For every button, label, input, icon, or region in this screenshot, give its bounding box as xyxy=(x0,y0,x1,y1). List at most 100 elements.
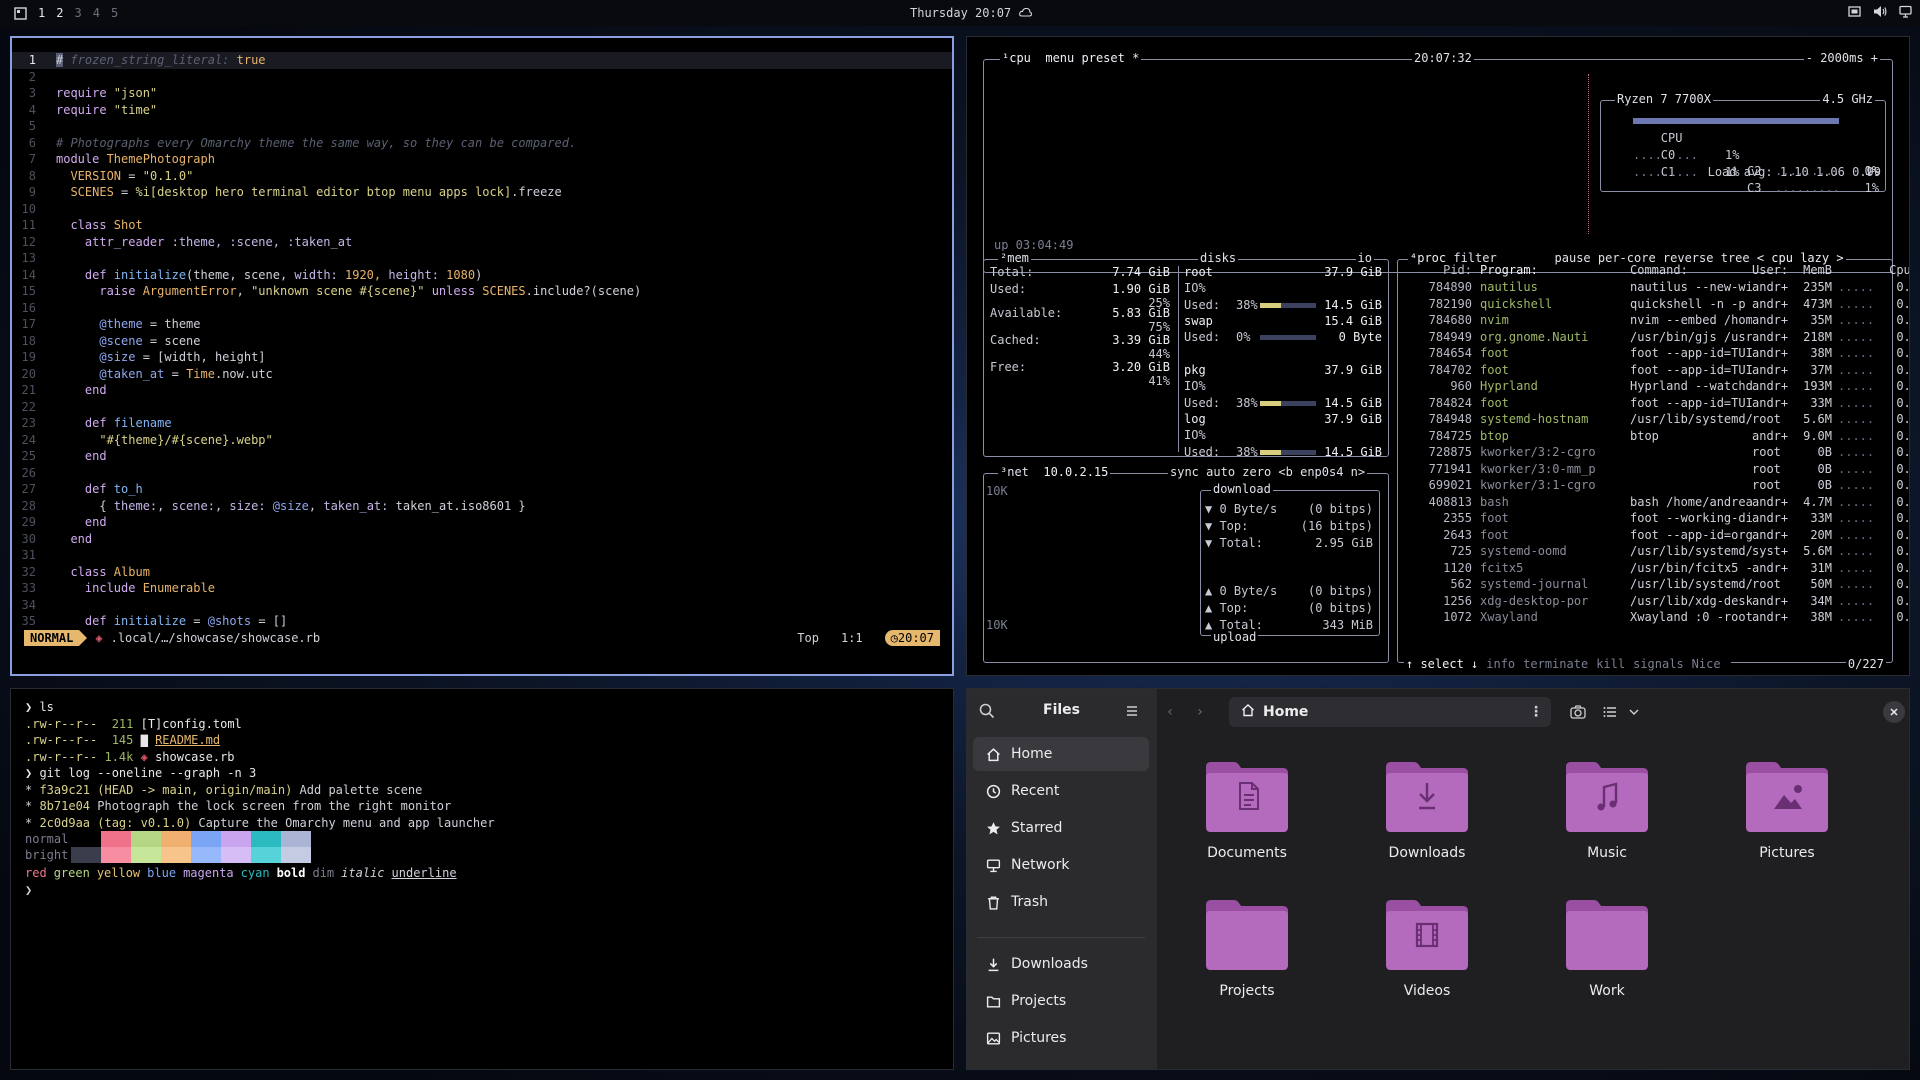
code-line[interactable]: 28 { theme:, scene:, size: @size, taken_… xyxy=(12,498,952,515)
code-line[interactable]: 18 @scene = scene xyxy=(12,333,952,350)
folder-work[interactable]: Work xyxy=(1532,897,1682,1027)
process-row[interactable]: 699021 kworker/3:1-cgro root 0B..... 0.0 xyxy=(1408,477,1909,494)
workspace-3[interactable]: 3 xyxy=(74,6,81,20)
update-interval[interactable]: - 2000ms + xyxy=(1803,51,1880,65)
proc-footer[interactable]: ↑ select ↓ info terminate kill signals Nice xyxy=(1404,657,1731,671)
process-row[interactable]: 784890 nautilus nautilus --new-win andr+ 235… xyxy=(1408,279,1909,296)
code-line[interactable]: 10 xyxy=(12,201,952,218)
process-row[interactable]: 784824 foot foot --app-id=TUI. andr+ 33M....… xyxy=(1408,395,1909,412)
sidebar-item-network[interactable]: Network xyxy=(973,848,1149,882)
io-toggle[interactable]: io xyxy=(1355,251,1374,265)
process-row[interactable]: 728875 kworker/3:2-cgro root 0B..... 0.0 xyxy=(1408,444,1909,461)
folder-videos[interactable]: Videos xyxy=(1352,897,1502,1027)
code-line[interactable]: 14 def initialize(theme, scene, width: 1… xyxy=(12,267,952,284)
net-panel-title[interactable]: ³net 10.0.2.15 xyxy=(998,465,1111,479)
process-row[interactable]: 1120 fcitx5/usr/bin/fcitx5 -- andr+ 31M....… xyxy=(1408,560,1909,577)
process-row[interactable]: 784949 org.gnome.Nauti/usr/bin/gjs /usr/a… xyxy=(1408,329,1909,346)
search-icon[interactable] xyxy=(979,703,995,723)
workspace-2[interactable]: 2 xyxy=(56,6,63,20)
back-button[interactable]: ‹ xyxy=(1157,699,1183,725)
code-line[interactable]: 35 def initialize = @shots = [] xyxy=(12,613,952,630)
proc-footer-action[interactable]: ↑ select ↓ xyxy=(1406,657,1478,671)
sidebar-item-home[interactable]: Home xyxy=(973,737,1149,771)
mem-panel-title[interactable]: ²mem xyxy=(998,251,1031,265)
cpu-header[interactable]: Cpu% xyxy=(1878,262,1909,279)
main-menu-icon[interactable] xyxy=(1125,703,1139,722)
screen-record-icon[interactable] xyxy=(1848,5,1861,21)
cpu-panel-title[interactable]: ¹cpu menu preset * xyxy=(1000,51,1142,65)
process-row[interactable]: 725 systemd-oomd/usr/lib/systemd/s syst+ 5.… xyxy=(1408,543,1909,560)
terminal-window[interactable]: ❯ ls .rw-r--r-- 211 [T]config.toml .rw-r--… xyxy=(10,688,954,1070)
code-line[interactable]: 2 xyxy=(12,69,952,86)
folder-documents[interactable]: Documents xyxy=(1172,759,1322,889)
code-line[interactable]: 16 xyxy=(12,300,952,317)
sidebar-item-downloads[interactable]: Downloads xyxy=(973,947,1149,981)
user-header[interactable]: User: xyxy=(1752,262,1794,279)
workspace-5[interactable]: 5 xyxy=(111,6,118,20)
proc-footer-action[interactable]: terminate xyxy=(1523,657,1588,671)
process-row[interactable]: 784654 foot foot --app-id=TUI. andr+ 38M....… xyxy=(1408,345,1909,362)
code-line[interactable]: 6 # Photographs every Omarchy theme the s… xyxy=(12,135,952,152)
code-line[interactable]: 1 # frozen_string_literal: true xyxy=(12,52,952,69)
process-row[interactable]: 784725 btop btop andr+ 9.0M..... 0.0 xyxy=(1408,428,1909,445)
code-line[interactable]: 15 raise ArgumentError, "unknown scene #… xyxy=(12,283,952,300)
close-window-button[interactable] xyxy=(1881,699,1907,725)
process-row[interactable]: 784948 systemd-hostnam/usr/lib/systemd/s r… xyxy=(1408,411,1909,428)
code-line[interactable]: 31 xyxy=(12,547,952,564)
code-line[interactable]: 11 class Shot xyxy=(12,217,952,234)
folder-pictures[interactable]: Pictures xyxy=(1712,759,1862,889)
sidebar-item-projects[interactable]: Projects xyxy=(973,984,1149,1018)
workspace-4[interactable]: 4 xyxy=(93,6,100,20)
proc-footer-action[interactable]: kill xyxy=(1596,657,1625,671)
code-line[interactable]: 8 VERSION = "0.1.0" xyxy=(12,168,952,185)
process-row[interactable]: 784680 nvim nvim --embed /home andr+ 35M....… xyxy=(1408,312,1909,329)
mem-header[interactable]: MemB xyxy=(1794,262,1832,279)
code-line[interactable]: 20 @taken_at = Time.now.utc xyxy=(12,366,952,383)
workspace-1[interactable]: 1 xyxy=(38,6,45,20)
process-row[interactable]: 408813 bash bash /home/andreas andr+ 4.7M...… xyxy=(1408,494,1909,511)
code-line[interactable]: 7 module ThemePhotograph xyxy=(12,151,952,168)
code-line[interactable]: 27 def to_h xyxy=(12,481,952,498)
code-line[interactable]: 26 xyxy=(12,465,952,482)
code-line[interactable]: 25 end xyxy=(12,448,952,465)
process-row[interactable]: 782190 quickshell quickshell -n -p / andr+ 4… xyxy=(1408,296,1909,313)
list-view-icon[interactable] xyxy=(1597,699,1623,725)
code-line[interactable]: 9 SCENES = %i[desktop hero terminal edit… xyxy=(12,184,952,201)
path-menu-icon[interactable]: ⋮ xyxy=(1529,704,1543,720)
pid-header[interactable]: Pid: xyxy=(1408,262,1472,279)
process-row[interactable]: 1256 xdg-desktop-por/usr/lib/xdg-deskt and… xyxy=(1408,593,1909,610)
proc-footer-action[interactable]: info xyxy=(1486,657,1515,671)
code-line[interactable]: 33 include Enumerable xyxy=(12,580,952,597)
proc-footer-action[interactable]: Nice xyxy=(1692,657,1721,671)
code-line[interactable]: 29 end xyxy=(12,514,952,531)
proc-footer-action[interactable]: signals xyxy=(1633,657,1684,671)
sidebar-item-trash[interactable]: Trash xyxy=(973,885,1149,919)
code-line[interactable]: 34 xyxy=(12,597,952,614)
folder-projects[interactable]: Projects xyxy=(1172,897,1322,1027)
command-header[interactable]: Command: xyxy=(1622,262,1752,279)
sidebar-item-recent[interactable]: Recent xyxy=(973,774,1149,808)
folder-music[interactable]: Music xyxy=(1532,759,1682,889)
folder-downloads[interactable]: Downloads xyxy=(1352,759,1502,889)
launcher-icon[interactable] xyxy=(14,6,27,20)
volume-icon[interactable] xyxy=(1873,5,1887,21)
process-row[interactable]: 960 Hyprland Hyprland --watchdo andr+ 193M..… xyxy=(1408,378,1909,395)
code-line[interactable]: 4 require "time" xyxy=(12,102,952,119)
camera-icon[interactable] xyxy=(1565,699,1591,725)
code-buffer[interactable]: 1 # frozen_string_literal: true 2 3 require … xyxy=(12,52,952,630)
code-line[interactable]: 3 require "json" xyxy=(12,85,952,102)
process-row[interactable]: 562 systemd-journal/usr/lib/systemd/s root… xyxy=(1408,576,1909,593)
view-options-chevron-icon[interactable] xyxy=(1621,699,1647,725)
net-controls[interactable]: sync auto zero <b enp0s4 n> xyxy=(1168,465,1368,479)
code-line[interactable]: 32 class Album xyxy=(12,564,952,581)
sidebar-item-pictures[interactable]: Pictures xyxy=(973,1021,1149,1055)
process-row[interactable]: 2355 foot foot --working-dir andr+ 33M..... 0… xyxy=(1408,510,1909,527)
code-line[interactable]: 24 "#{theme}/#{scene}.webp" xyxy=(12,432,952,449)
sidebar-item-starred[interactable]: Starred xyxy=(973,811,1149,845)
code-line[interactable]: 22 xyxy=(12,399,952,416)
code-line[interactable]: 12 attr_reader :theme, :scene, :taken_at xyxy=(12,234,952,251)
code-line[interactable]: 17 @theme = theme xyxy=(12,316,952,333)
forward-button[interactable]: › xyxy=(1187,699,1213,725)
process-row[interactable]: 771941 kworker/3:0-mm_p root 0B..... 0.1 xyxy=(1408,461,1909,478)
btop-window[interactable]: ¹cpu menu preset * 20:07:32 - 2000ms + u… xyxy=(966,36,1910,676)
